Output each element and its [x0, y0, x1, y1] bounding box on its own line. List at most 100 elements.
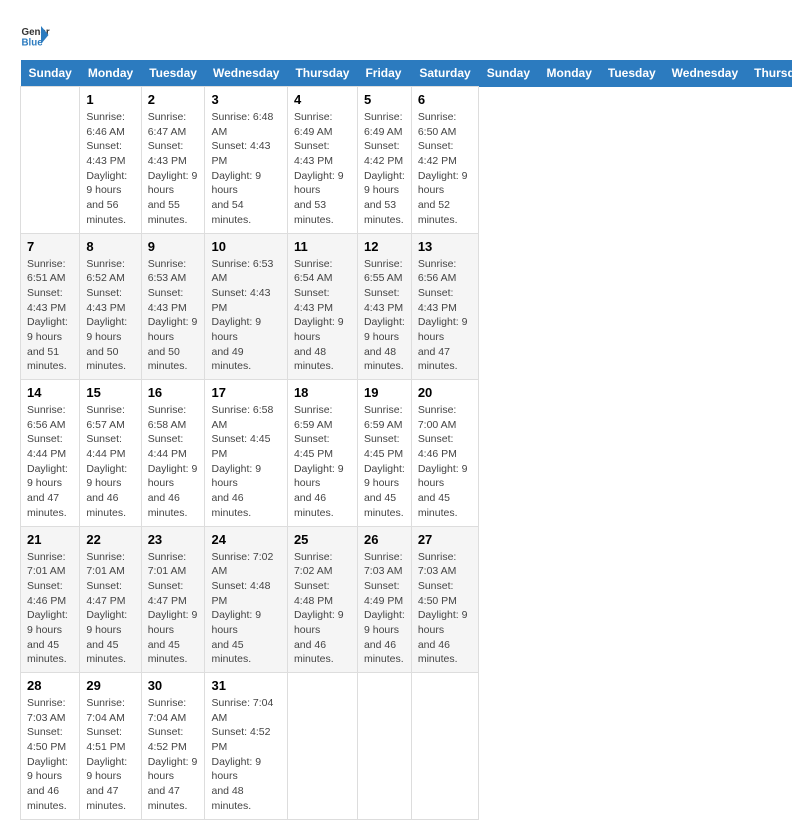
calendar-day-cell: 31 Sunrise: 7:04 AM Sunset: 4:52 PM Dayli… [205, 673, 287, 820]
calendar-day-cell: 17 Sunrise: 6:58 AM Sunset: 4:45 PM Dayli… [205, 380, 287, 527]
calendar-day-cell: 23Sunrise: 7:01 AM Sunset: 4:47 PM Dayli… [141, 526, 205, 673]
day-number: 18 [294, 385, 351, 400]
day-of-week-header: Sunday [479, 60, 539, 87]
day-number: 11 [294, 239, 351, 254]
day-info: Sunrise: 6:52 AM Sunset: 4:43 PM Dayligh… [86, 257, 134, 375]
day-info: Sunrise: 6:50 AM Sunset: 4:42 PM Dayligh… [418, 110, 472, 228]
day-of-week-header: Tuesday [600, 60, 664, 87]
calendar-week-row: 7 Sunrise: 6:51 AM Sunset: 4:43 PM Daylig… [21, 233, 792, 380]
day-number: 17 [211, 385, 280, 400]
day-info: Sunrise: 7:04 AM Sunset: 4:52 PM Dayligh… [148, 696, 199, 814]
day-info: Sunrise: 7:04 AM Sunset: 4:52 PM Dayligh… [211, 696, 280, 814]
calendar-day-cell: 12 Sunrise: 6:55 AM Sunset: 4:43 PM Dayli… [357, 233, 411, 380]
day-info: Sunrise: 7:03 AM Sunset: 4:50 PM Dayligh… [27, 696, 73, 814]
day-of-week-header: Saturday [411, 60, 478, 87]
calendar-day-cell: 20 Sunrise: 7:00 AM Sunset: 4:46 PM Dayli… [411, 380, 478, 527]
day-of-week-header: Wednesday [664, 60, 746, 87]
day-number: 22 [86, 532, 134, 547]
logo-icon: General Blue [20, 20, 50, 50]
calendar-day-cell: 8 Sunrise: 6:52 AM Sunset: 4:43 PM Daylig… [80, 233, 141, 380]
day-info: Sunrise: 6:54 AM Sunset: 4:43 PM Dayligh… [294, 257, 351, 375]
day-number: 3 [211, 92, 280, 107]
day-number: 1 [86, 92, 134, 107]
calendar-day-cell: 24 Sunrise: 7:02 AM Sunset: 4:48 PM Dayli… [205, 526, 287, 673]
day-number: 16 [148, 385, 199, 400]
calendar-day-cell: 1 Sunrise: 6:46 AM Sunset: 4:43 PM Daylig… [80, 87, 141, 234]
day-of-week-header: Wednesday [205, 60, 287, 87]
day-info: Sunrise: 6:59 AM Sunset: 4:45 PM Dayligh… [294, 403, 351, 521]
svg-text:Blue: Blue [22, 38, 44, 49]
day-of-week-header: Friday [357, 60, 411, 87]
day-info: Sunrise: 7:02 AM Sunset: 4:48 PM Dayligh… [211, 550, 280, 668]
day-number: 23 [148, 532, 199, 547]
day-info: Sunrise: 6:56 AM Sunset: 4:43 PM Dayligh… [418, 257, 472, 375]
calendar-day-cell: 3Sunrise: 6:48 AM Sunset: 4:43 PM Daylig… [205, 87, 287, 234]
day-number: 25 [294, 532, 351, 547]
calendar-day-cell: 11 Sunrise: 6:54 AM Sunset: 4:43 PM Dayli… [287, 233, 357, 380]
day-number: 6 [418, 92, 472, 107]
calendar-day-cell [287, 673, 357, 820]
day-of-week-header: Thursday [746, 60, 792, 87]
day-info: Sunrise: 7:03 AM Sunset: 4:50 PM Dayligh… [418, 550, 472, 668]
day-info: Sunrise: 6:51 AM Sunset: 4:43 PM Dayligh… [27, 257, 73, 375]
day-number: 27 [418, 532, 472, 547]
calendar-day-cell: 27 Sunrise: 7:03 AM Sunset: 4:50 PM Dayli… [411, 526, 478, 673]
calendar-day-cell: 19 Sunrise: 6:59 AM Sunset: 4:45 PM Dayli… [357, 380, 411, 527]
calendar-day-cell: 15 Sunrise: 6:57 AM Sunset: 4:44 PM Dayli… [80, 380, 141, 527]
calendar-day-cell: 28Sunrise: 7:03 AM Sunset: 4:50 PM Dayli… [21, 673, 80, 820]
day-number: 15 [86, 385, 134, 400]
calendar-day-cell: 16 Sunrise: 6:58 AM Sunset: 4:44 PM Dayli… [141, 380, 205, 527]
day-number: 7 [27, 239, 73, 254]
day-info: Sunrise: 6:49 AM Sunset: 4:42 PM Dayligh… [364, 110, 405, 228]
day-info: Sunrise: 6:58 AM Sunset: 4:45 PM Dayligh… [211, 403, 280, 521]
calendar-week-row: 28Sunrise: 7:03 AM Sunset: 4:50 PM Dayli… [21, 673, 792, 820]
day-info: Sunrise: 6:58 AM Sunset: 4:44 PM Dayligh… [148, 403, 199, 521]
calendar-day-cell: 9 Sunrise: 6:53 AM Sunset: 4:43 PM Daylig… [141, 233, 205, 380]
day-number: 21 [27, 532, 73, 547]
day-info: Sunrise: 7:01 AM Sunset: 4:46 PM Dayligh… [27, 550, 73, 668]
calendar-day-cell: 2 Sunrise: 6:47 AM Sunset: 4:43 PM Daylig… [141, 87, 205, 234]
day-info: Sunrise: 6:59 AM Sunset: 4:45 PM Dayligh… [364, 403, 405, 521]
day-info: Sunrise: 6:55 AM Sunset: 4:43 PM Dayligh… [364, 257, 405, 375]
calendar-day-cell: 30Sunrise: 7:04 AM Sunset: 4:52 PM Dayli… [141, 673, 205, 820]
calendar-day-cell: 7 Sunrise: 6:51 AM Sunset: 4:43 PM Daylig… [21, 233, 80, 380]
day-number: 26 [364, 532, 405, 547]
calendar-day-cell: 25 Sunrise: 7:02 AM Sunset: 4:48 PM Dayli… [287, 526, 357, 673]
calendar-day-cell [357, 673, 411, 820]
day-number: 31 [211, 678, 280, 693]
day-number: 12 [364, 239, 405, 254]
day-info: Sunrise: 6:47 AM Sunset: 4:43 PM Dayligh… [148, 110, 199, 228]
day-number: 13 [418, 239, 472, 254]
day-number: 24 [211, 532, 280, 547]
calendar-day-cell [21, 87, 80, 234]
day-number: 2 [148, 92, 199, 107]
day-number: 29 [86, 678, 134, 693]
calendar-day-cell: 6 Sunrise: 6:50 AM Sunset: 4:42 PM Daylig… [411, 87, 478, 234]
day-of-week-header: Monday [539, 60, 600, 87]
day-info: Sunrise: 7:04 AM Sunset: 4:51 PM Dayligh… [86, 696, 134, 814]
calendar-day-cell: 4Sunrise: 6:49 AM Sunset: 4:43 PM Daylig… [287, 87, 357, 234]
day-info: Sunrise: 7:02 AM Sunset: 4:48 PM Dayligh… [294, 550, 351, 668]
day-number: 14 [27, 385, 73, 400]
calendar-day-cell: 29 Sunrise: 7:04 AM Sunset: 4:51 PM Dayli… [80, 673, 141, 820]
day-of-week-header: Monday [80, 60, 141, 87]
day-info: Sunrise: 6:46 AM Sunset: 4:43 PM Dayligh… [86, 110, 134, 228]
calendar-day-cell: 13 Sunrise: 6:56 AM Sunset: 4:43 PM Dayli… [411, 233, 478, 380]
calendar-week-row: 1 Sunrise: 6:46 AM Sunset: 4:43 PM Daylig… [21, 87, 792, 234]
calendar-day-cell: 14 Sunrise: 6:56 AM Sunset: 4:44 PM Dayli… [21, 380, 80, 527]
day-number: 9 [148, 239, 199, 254]
day-info: Sunrise: 6:53 AM Sunset: 4:43 PM Dayligh… [148, 257, 199, 375]
calendar-day-cell: 21 Sunrise: 7:01 AM Sunset: 4:46 PM Dayli… [21, 526, 80, 673]
day-number: 8 [86, 239, 134, 254]
day-info: Sunrise: 6:53 AM Sunset: 4:43 PM Dayligh… [211, 257, 280, 375]
day-number: 20 [418, 385, 472, 400]
calendar-week-row: 21 Sunrise: 7:01 AM Sunset: 4:46 PM Dayli… [21, 526, 792, 673]
calendar-day-cell: 26Sunrise: 7:03 AM Sunset: 4:49 PM Dayli… [357, 526, 411, 673]
day-number: 10 [211, 239, 280, 254]
day-info: Sunrise: 7:00 AM Sunset: 4:46 PM Dayligh… [418, 403, 472, 521]
calendar-day-cell: 18 Sunrise: 6:59 AM Sunset: 4:45 PM Dayli… [287, 380, 357, 527]
day-number: 19 [364, 385, 405, 400]
calendar-day-cell: 5Sunrise: 6:49 AM Sunset: 4:42 PM Daylig… [357, 87, 411, 234]
day-info: Sunrise: 6:56 AM Sunset: 4:44 PM Dayligh… [27, 403, 73, 521]
day-info: Sunrise: 6:57 AM Sunset: 4:44 PM Dayligh… [86, 403, 134, 521]
